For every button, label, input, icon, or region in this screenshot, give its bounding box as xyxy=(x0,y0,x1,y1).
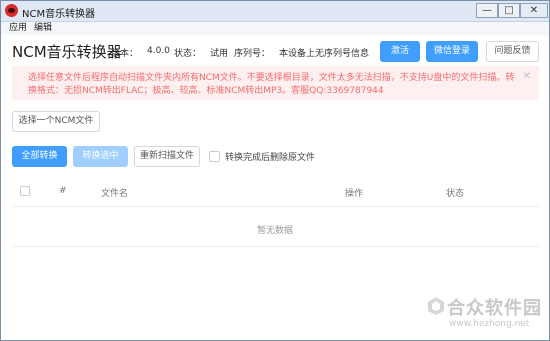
column-index: # xyxy=(59,186,67,196)
version-value: 4.0.0 xyxy=(147,46,170,56)
menu-edit[interactable]: 编辑 xyxy=(34,22,52,35)
title-bar[interactable]: NCM音乐转换器 — □ ✕ xyxy=(1,1,549,22)
column-actions: 操作 xyxy=(345,189,364,199)
activate-button[interactable]: 激活 xyxy=(380,41,420,62)
column-filename: 文件名 xyxy=(101,189,129,199)
convert-selected-button[interactable]: 转换选中 xyxy=(73,146,128,167)
serial-label: 序列号： xyxy=(234,49,271,59)
alert-close-icon[interactable]: ✕ xyxy=(523,71,531,82)
rescan-button[interactable]: 重新扫描文件 xyxy=(134,146,200,167)
app-logo-icon xyxy=(5,4,18,17)
close-window-button[interactable]: ✕ xyxy=(520,3,548,18)
version-label: 版本： xyxy=(111,49,139,59)
minimize-button[interactable]: — xyxy=(476,3,498,18)
status-label: 状态： xyxy=(174,49,202,59)
table-header-divider xyxy=(12,206,539,207)
app-window: NCM音乐转换器 — □ ✕ 应用 编辑 NCM音乐转换器 版本： 4.0.0 … xyxy=(0,0,550,341)
delete-after-label[interactable]: 转换完成后删除原文件 xyxy=(225,150,315,163)
wechat-login-button[interactable]: 微信登录 xyxy=(426,41,478,62)
alert-text: 选择任意文件后程序自动扫描文件夹内所有NCM文件。不要选择根目录，文件太多无法扫… xyxy=(28,73,515,96)
convert-all-button[interactable]: 全部转换 xyxy=(12,146,67,167)
empty-table-message: 暂无数据 xyxy=(256,226,293,236)
menu-app[interactable]: 应用 xyxy=(9,22,27,35)
status-value: 试用 xyxy=(210,49,229,59)
watermark-logo-icon xyxy=(428,297,444,315)
column-status: 状态 xyxy=(446,189,465,199)
watermark-brand: 合众软件园 xyxy=(447,298,542,319)
serial-value: 本设备上无序列号信息 xyxy=(279,49,370,59)
select-all-checkbox[interactable] xyxy=(20,186,30,196)
window-title: NCM音乐转换器 xyxy=(22,9,96,20)
maximize-button[interactable]: □ xyxy=(498,3,520,18)
select-file-button[interactable]: 选择一个NCM文件 xyxy=(12,111,100,132)
table-bottom-divider xyxy=(12,246,539,247)
watermark-url: www.hezhong.net xyxy=(449,319,530,329)
app-title: NCM音乐转换器 xyxy=(12,43,122,61)
info-alert: 选择任意文件后程序自动扫描文件夹内所有NCM文件。不要选择根目录，文件太多无法扫… xyxy=(12,66,539,100)
feedback-button[interactable]: 问题反馈 xyxy=(486,41,539,62)
menu-bar: 应用 编辑 xyxy=(1,22,549,35)
delete-after-checkbox[interactable] xyxy=(209,151,220,162)
